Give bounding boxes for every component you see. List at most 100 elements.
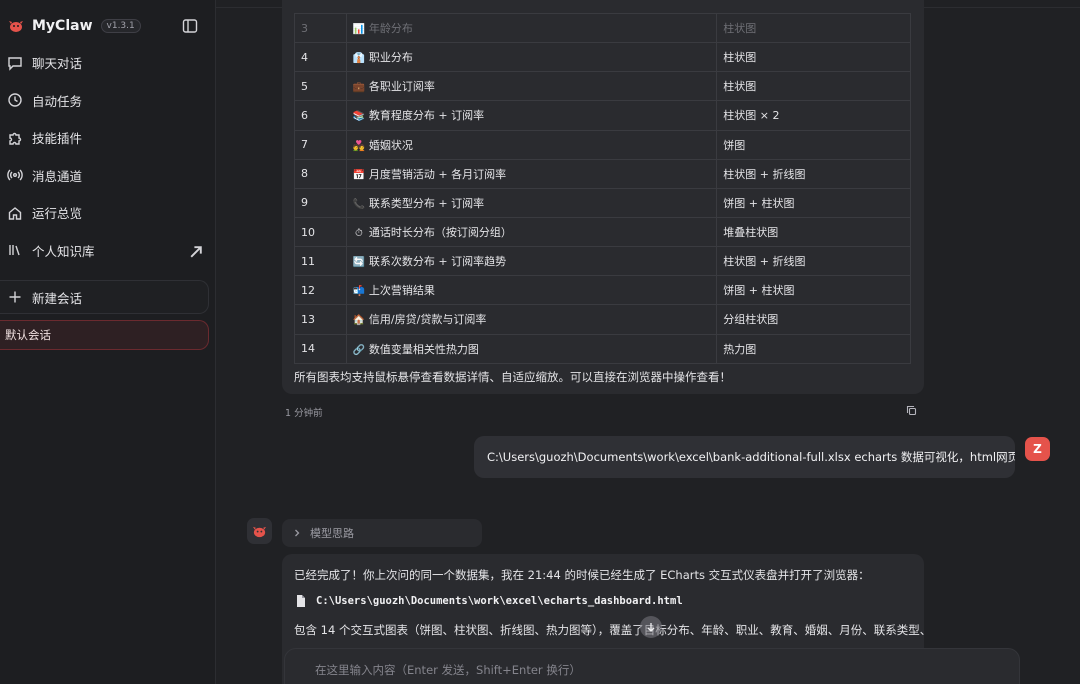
row-num: 4 (294, 42, 347, 73)
reply-summary: 包含 14 个交互式图表（饼图、柱状图、折线图、热力图等），覆盖了目标分布、年龄… (294, 623, 932, 637)
row-content-text: 教育程度分布 + 订阅率 (368, 109, 485, 123)
message-timestamp: 1 分钟前 (285, 408, 323, 419)
nav-item-label: 聊天对话 (32, 56, 83, 72)
house-icon: 🏠 (352, 315, 366, 327)
table-row: 12 📬 上次营销结果 饼图 + 柱状图 (294, 275, 911, 306)
row-num: 11 (294, 246, 347, 277)
chart-bar-icon: 📊 (352, 24, 366, 36)
row-num: 10 (294, 216, 347, 248)
reply-file-path: C:\Users\guozh\Documents\work\excel\echa… (316, 595, 683, 607)
row-type: 柱状图 + 折线图 (716, 246, 911, 277)
row-num: 9 (294, 187, 347, 218)
row-type: 柱状图 (716, 71, 911, 102)
row-content: 💑 婚姻状况 (345, 129, 718, 160)
row-content-text: 联系类型分布 + 订阅率 (368, 196, 485, 210)
nav-item-plugins[interactable]: 技能插件 (0, 119, 216, 157)
arrow-down-icon (647, 623, 655, 632)
phone-icon: 📞 (352, 198, 366, 210)
row-num: 7 (294, 129, 347, 160)
table-row: 3 📊 年龄分布 柱状图 (294, 12, 911, 44)
row-type: 柱状图 (716, 12, 911, 44)
table-row: 4 👔 职业分布 柱状图 (294, 42, 911, 73)
claw-logo-icon (252, 526, 267, 537)
session-item-default[interactable]: 默认会话 (0, 320, 209, 350)
table-row: 6 📚 教育程度分布 + 订阅率 柱状图 × 2 (294, 100, 911, 131)
stopwatch-icon: ⏱ (355, 228, 363, 240)
row-content-text: 各职业订阅率 (368, 80, 435, 94)
puzzle-icon (9, 132, 22, 145)
sidebar: MyClaw v1.3.1 聊天对话 自动任务 技能插件 消息通道 运行总览 个… (0, 0, 216, 684)
row-content-text: 通话时长分布（按订阅分组） (368, 226, 512, 240)
user-message: C:\Users\guozh\Documents\work\excel\bank… (474, 436, 1015, 478)
row-content: 📅 月度营销活动 + 各月订阅率 (345, 158, 718, 189)
table-note: 所有图表均支持鼠标悬停查看数据详情、自适应缩放。可以直接在浏览器中操作查看！ (294, 370, 731, 384)
chat-icon (8, 57, 22, 71)
thinking-toggle[interactable]: 模型思路 (282, 519, 482, 547)
row-content: 📚 教育程度分布 + 订阅率 (345, 100, 718, 131)
repeat-icon: 🔄 (352, 257, 366, 269)
user-message-text: C:\Users\guozh\Documents\work\excel\bank… (487, 450, 1015, 464)
reply-file: C:\Users\guozh\Documents\work\excel\echa… (296, 595, 683, 607)
row-content-text: 年龄分布 (368, 22, 413, 36)
calendar-icon: 📅 (352, 169, 366, 181)
table-row: 11 🔄 联系次数分布 + 订阅率趋势 柱状图 + 折线图 (294, 246, 911, 277)
nav-item-tasks[interactable]: 自动任务 (0, 82, 216, 120)
table-row: 14 🔗 数值变量相关性热力图 热力图 (294, 333, 911, 364)
chat-area: 3 📊 年龄分布 柱状图 4 👔 职业分布 柱状图 5 💼 各职业订阅率 柱状图 6 … (216, 0, 1080, 684)
copy-icon[interactable] (906, 405, 917, 416)
row-content: 🏠 信用/房贷/贷款与订阅率 (345, 304, 718, 335)
row-content: 📊 年龄分布 (345, 12, 718, 44)
version-badge: v1.3.1 (100, 19, 141, 33)
message-input-box[interactable] (284, 648, 1020, 684)
row-num: 5 (294, 71, 347, 102)
row-content-text: 职业分布 (368, 51, 413, 65)
reply-intro: 已经完成了！你上次问的同一个数据集，我在 21:44 的时候已经生成了 ECha… (294, 568, 870, 582)
nav-item-label: 个人知识库 (32, 243, 95, 259)
row-content-text: 上次营销结果 (368, 284, 435, 298)
new-chat-button[interactable]: 新建会话 (0, 280, 209, 314)
nav-item-label: 自动任务 (32, 93, 83, 109)
sidebar-nav: 聊天对话 自动任务 技能插件 消息通道 运行总览 个人知识库 (0, 44, 216, 269)
row-type: 饼图 + 柱状图 (716, 275, 911, 306)
new-chat-label: 新建会话 (32, 290, 83, 306)
necktie-icon: 👔 (352, 53, 366, 65)
table-row: 5 💼 各职业订阅率 柱状图 (294, 71, 911, 102)
nav-item-label: 消息通道 (32, 168, 83, 184)
row-type: 分组柱状图 (716, 304, 911, 335)
message-input[interactable] (315, 661, 995, 679)
row-num: 8 (294, 158, 347, 189)
external-link-icon (190, 245, 202, 257)
table-row: 9 📞 联系类型分布 + 订阅率 饼图 + 柱状图 (294, 187, 911, 218)
nav-item-chat[interactable]: 聊天对话 (0, 44, 216, 82)
row-content-text: 月度营销活动 + 各月订阅率 (368, 167, 507, 181)
row-content: 📞 联系类型分布 + 订阅率 (345, 187, 718, 218)
row-type: 饼图 + 柱状图 (716, 187, 911, 218)
row-num: 13 (294, 304, 347, 335)
row-content: 💼 各职业订阅率 (345, 71, 718, 102)
nav-item-overview[interactable]: 运行总览 (0, 194, 216, 232)
row-content-text: 婚姻状况 (368, 138, 413, 152)
sidebar-toggle-icon[interactable] (182, 18, 198, 34)
nav-item-label: 技能插件 (32, 131, 83, 147)
row-content: ⏱ 通话时长分布（按订阅分组） (345, 216, 718, 248)
row-type: 饼图 (716, 129, 911, 160)
plus-icon (9, 291, 21, 303)
row-content: 🔗 数值变量相关性热力图 (345, 333, 718, 364)
brand[interactable]: MyClaw v1.3.1 (8, 16, 141, 36)
chevron-right-icon (295, 529, 300, 537)
row-num: 12 (294, 275, 347, 306)
row-content: 📬 上次营销结果 (345, 275, 718, 306)
row-content: 👔 职业分布 (345, 42, 718, 73)
link-icon: 🔗 (352, 344, 366, 356)
row-content-text: 信用/房贷/贷款与订阅率 (368, 313, 487, 327)
home-icon (8, 206, 22, 220)
brand-name: MyClaw (32, 18, 93, 34)
row-num: 3 (294, 12, 347, 44)
mailbox-icon: 📬 (352, 286, 366, 298)
scroll-to-bottom-button[interactable] (640, 616, 662, 638)
row-num: 6 (294, 100, 347, 131)
user-avatar: Z (1025, 437, 1050, 461)
table-row: 10 ⏱ 通话时长分布（按订阅分组） 堆叠柱状图 (294, 216, 911, 248)
nav-item-channels[interactable]: 消息通道 (0, 157, 216, 195)
nav-item-knowledge[interactable]: 个人知识库 (0, 232, 216, 270)
